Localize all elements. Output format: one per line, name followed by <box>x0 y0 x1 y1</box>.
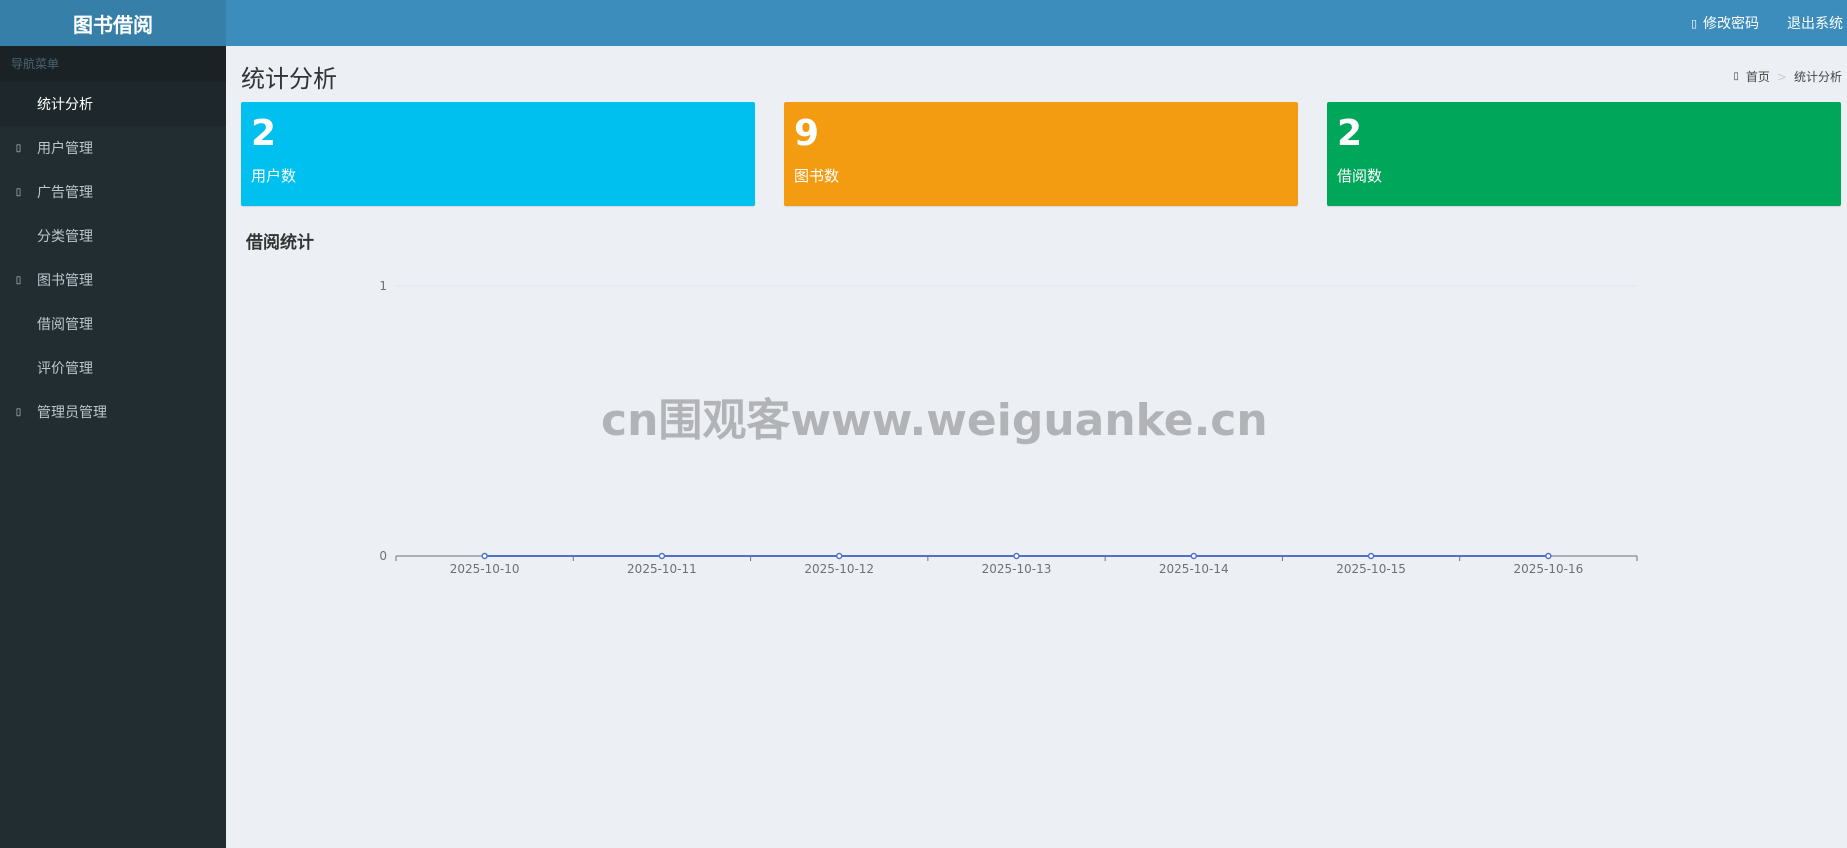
admin-icon: ▯ <box>15 406 22 418</box>
sidebar: 导航菜单 ▯统计分析▯用户管理▯广告管理▯分类管理▯图书管理▯借阅管理▯评价管理… <box>0 46 226 848</box>
change-password-label: 修改密码 <box>1703 16 1759 32</box>
sidebar-item[interactable]: ▯ 管理员管理 <box>0 390 226 434</box>
x-tick-label: 2025-10-10 <box>450 562 520 576</box>
data-point <box>1545 552 1552 560</box>
sidebar-item[interactable]: ▯借阅管理 <box>0 302 226 346</box>
data-point <box>835 552 843 560</box>
data-point <box>1190 552 1198 560</box>
x-tick-label: 2025-10-12 <box>804 562 874 576</box>
menu-header: 导航菜单 <box>0 46 226 82</box>
sidebar-item-label: 广告管理 <box>37 185 93 201</box>
user-icon: ▯ <box>15 142 22 154</box>
top-header: 图书借阅 ▯ 修改密码 退出系统 <box>0 0 1847 46</box>
x-tick-label: 2025-10-11 <box>627 562 697 576</box>
sidebar-item[interactable]: ▯ 用户管理 <box>0 126 226 170</box>
sidebar-item[interactable]: ▯ 图书管理 <box>0 258 226 302</box>
logout-link[interactable]: 退出系统 <box>1773 0 1847 46</box>
sidebar-item[interactable]: ▯ 广告管理 <box>0 170 226 214</box>
sidebar-item-label: 用户管理 <box>37 141 93 157</box>
top-nav: ▯ 修改密码 退出系统 <box>1677 0 1847 46</box>
app-logo[interactable]: 图书借阅 <box>0 0 226 46</box>
sidebar-item[interactable]: ▯评价管理 <box>0 346 226 390</box>
data-point <box>1013 552 1020 560</box>
x-tick-label: 2025-10-13 <box>982 562 1052 576</box>
sidebar-item-label: 借阅管理 <box>37 317 93 333</box>
main-content: 统计分析 ▯ 首页 > 统计分析 2 用户数 9 图书数 2 借阅数 借阅统计 … <box>226 46 1847 848</box>
sidebar-item-label: 统计分析 <box>37 97 93 113</box>
sidebar-item-label: 评价管理 <box>37 361 93 377</box>
y-tick-label: 1 <box>379 279 387 293</box>
sidebar-item[interactable]: ▯分类管理 <box>0 214 226 258</box>
lock-icon: ▯ <box>1690 16 1697 30</box>
sidebar-item-label: 图书管理 <box>37 273 93 289</box>
x-tick-label: 2025-10-16 <box>1513 562 1583 576</box>
y-tick-label: 0 <box>379 549 387 563</box>
sidebar-item-label: 分类管理 <box>37 229 93 245</box>
data-point <box>481 552 488 560</box>
x-tick-label: 2025-10-15 <box>1336 562 1406 576</box>
book-icon: ▯ <box>15 274 22 286</box>
ad-icon: ▯ <box>15 186 22 198</box>
data-point <box>658 552 666 560</box>
watermark: cn围观客www.weiguanke.cn <box>601 395 1268 446</box>
sidebar-item-label: 管理员管理 <box>37 405 107 421</box>
sidebar-menu: ▯统计分析 ▯ 用户管理 ▯ 广告管理 ▯分类管理 ▯ 图书管理 ▯借阅管理▯评价管理 ▯ 管理员管… <box>0 82 226 434</box>
data-point <box>1367 552 1375 560</box>
change-password-link[interactable]: ▯ 修改密码 <box>1677 0 1773 46</box>
x-tick-label: 2025-10-14 <box>1159 562 1229 576</box>
sidebar-item[interactable]: ▯统计分析 <box>0 82 226 126</box>
logout-label: 退出系统 <box>1787 16 1843 32</box>
